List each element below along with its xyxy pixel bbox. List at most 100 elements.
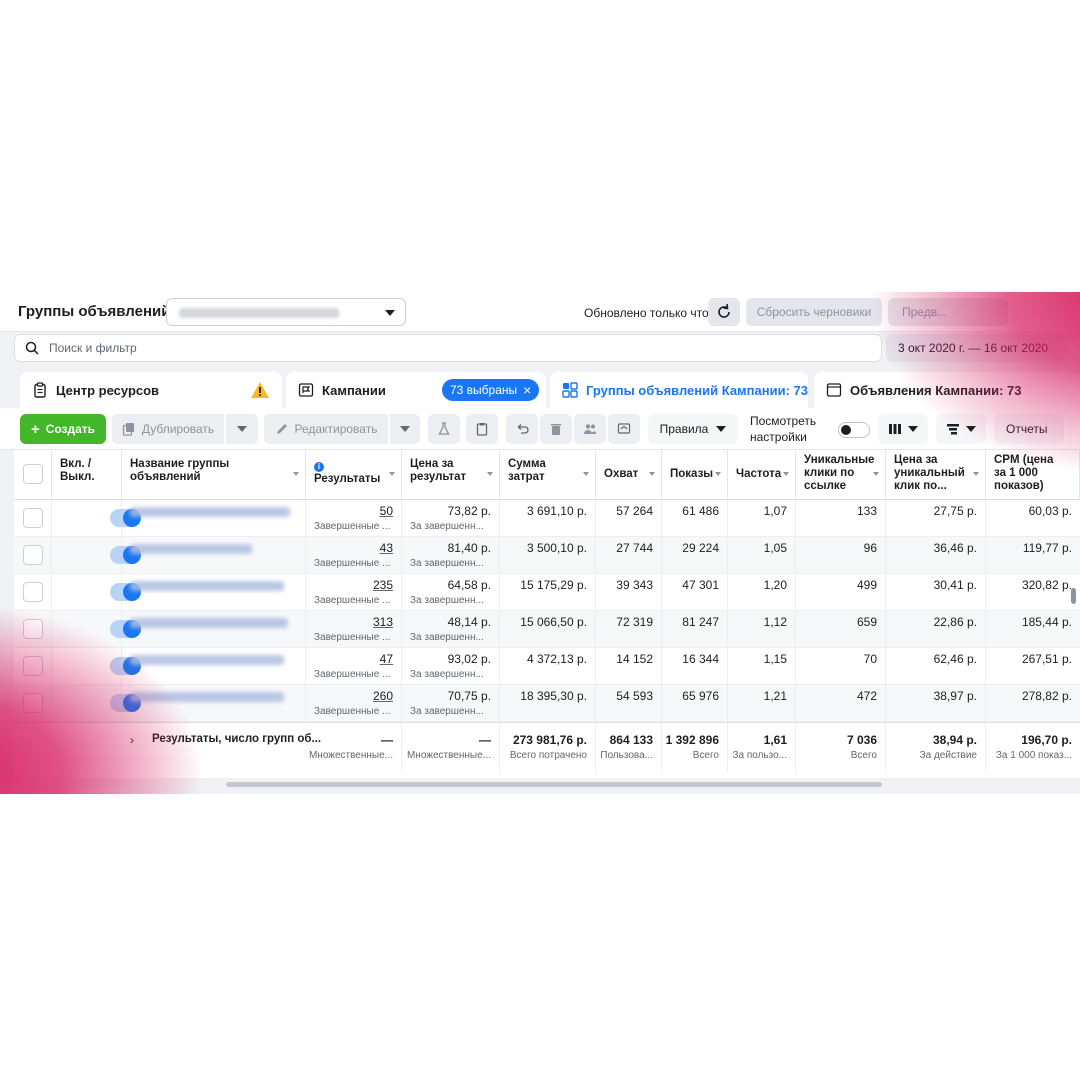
header-name[interactable]: Название группы объявлений: [122, 450, 306, 500]
spend-value: 4 372,13 р.: [526, 652, 587, 666]
header-cost-per-unique-click[interactable]: Цена за уникальный клик по...: [886, 450, 986, 500]
row-checkbox[interactable]: [23, 656, 43, 676]
cpc-value: 22,86 р.: [933, 615, 977, 629]
row-checkbox[interactable]: [23, 508, 43, 528]
header-select-all[interactable]: [14, 450, 52, 500]
ad-set-name-cell[interactable]: [122, 648, 306, 685]
header-cost-per-result[interactable]: Цена за результат: [402, 450, 500, 500]
search-icon: [25, 341, 39, 355]
cell-cpc: 27,75 р.: [886, 500, 986, 537]
row-checkbox[interactable]: [23, 693, 43, 713]
cell-spend: 3 500,10 р.: [500, 537, 596, 574]
delete-button[interactable]: [540, 414, 572, 444]
row-checkbox[interactable]: [23, 545, 43, 565]
results-value[interactable]: 235: [373, 578, 393, 592]
edit-button[interactable]: Редактировать: [264, 414, 388, 444]
edit-dropdown[interactable]: [390, 414, 420, 444]
totals-results: — Множественные...: [306, 723, 402, 773]
chevron-right-icon[interactable]: ›: [130, 733, 134, 747]
tab-ad-sets[interactable]: Группы объявлений Кампании: 73: [550, 372, 808, 408]
search-bar[interactable]: [14, 334, 882, 362]
chevron-down-icon: [908, 426, 918, 432]
cell-results: 235 Завершенные ...: [306, 574, 402, 611]
sort-icon: [715, 472, 721, 476]
audience-button[interactable]: [574, 414, 606, 444]
table-row[interactable]: 43 Завершенные ... 81,40 р. За завершенн...…: [14, 537, 1080, 574]
close-icon[interactable]: ×: [523, 383, 531, 397]
header-frequency[interactable]: Частота: [728, 450, 796, 500]
totals-label: Результаты, число групп об...: [152, 733, 322, 745]
spend-value: 15 175,29 р.: [520, 578, 587, 592]
impr-value: 81 247: [682, 615, 719, 629]
table-row[interactable]: 235 Завершенные ... 64,58 р. За завершенн..…: [14, 574, 1080, 611]
header-reach[interactable]: Охват: [596, 450, 662, 500]
duplicate-button[interactable]: Дублировать: [112, 414, 224, 444]
tab-resource-center[interactable]: Центр ресурсов: [20, 372, 282, 408]
ad-set-name-cell[interactable]: [122, 685, 306, 722]
ad-sets-table: Вкл. / Выкл. Название группы объявлений …: [14, 450, 1080, 778]
cell-reach: 39 343: [596, 574, 662, 611]
results-value[interactable]: 260: [373, 689, 393, 703]
header-cpm[interactable]: CPM (цена за 1 000 показов): [986, 450, 1080, 500]
cpr-subtext: За завершенн...: [410, 669, 484, 680]
ab-test-button[interactable]: [428, 414, 460, 444]
ad-set-name-cell[interactable]: [122, 574, 306, 611]
totals-row: › Результаты, число групп об... — Множес…: [14, 722, 1080, 773]
header-impressions[interactable]: Показы: [662, 450, 728, 500]
on-off-cell: [52, 574, 141, 611]
ad-set-name-cell[interactable]: [122, 611, 306, 648]
select-all-checkbox[interactable]: [23, 464, 43, 484]
ad-set-name-cell[interactable]: [122, 537, 306, 574]
totals-spend: 273 981,76 р. Всего потрачено: [500, 723, 596, 773]
search-input[interactable]: [49, 338, 549, 358]
reports-button[interactable]: Отчеты: [994, 414, 1064, 444]
freq-value: 1,12: [763, 615, 787, 629]
table-row[interactable]: 260 Завершенные ... 70,75 р. За завершенн..…: [14, 685, 1080, 722]
row-checkbox[interactable]: [23, 619, 43, 639]
clipboard-button[interactable]: [466, 414, 498, 444]
sort-icon: [973, 472, 979, 476]
view-settings-label: Посмотреть настройки: [750, 414, 817, 444]
clicks-value: 70: [863, 652, 877, 666]
rules-button[interactable]: Правила: [648, 414, 738, 444]
ad-icon: [826, 383, 842, 397]
table-row[interactable]: 50 Завершенные ... 73,82 р. За завершенн...…: [14, 500, 1080, 537]
breakdown-button[interactable]: [936, 414, 986, 444]
results-value[interactable]: 50: [380, 504, 393, 518]
ad-set-name-cell[interactable]: [122, 500, 306, 537]
reach-value: 57 264: [616, 504, 653, 518]
results-value[interactable]: 313: [373, 615, 393, 629]
header-spend[interactable]: Сумма затрат: [500, 450, 596, 500]
undo-button[interactable]: [506, 414, 538, 444]
cpr-subtext: За завершенн...: [410, 595, 484, 606]
refresh-button[interactable]: [708, 298, 740, 326]
create-button[interactable]: + Создать: [20, 414, 106, 444]
header-on-off[interactable]: Вкл. / Выкл.: [52, 450, 122, 500]
table-row[interactable]: 313 Завершенные ... 48,14 р. За завершенн..…: [14, 611, 1080, 648]
view-settings-toggle[interactable]: [838, 422, 870, 438]
impr-value: 29 224: [682, 541, 719, 555]
tab-campaigns[interactable]: Кампании 73 выбраны ×: [286, 372, 546, 408]
tab-ads[interactable]: Объявления Кампании: 73: [814, 372, 1080, 408]
horizontal-scrollbar[interactable]: [226, 782, 882, 787]
results-value[interactable]: 43: [380, 541, 393, 555]
header-unique-clicks[interactable]: Уникальные клики по ссылке: [796, 450, 886, 500]
reset-drafts-button[interactable]: Сбросить черновики: [746, 298, 882, 326]
ads-manager-window: Группы объявлений Обновлено только что С…: [0, 292, 1080, 794]
preview-button[interactable]: Предв...: [888, 298, 1008, 326]
cell-spend: 15 066,50 р.: [500, 611, 596, 648]
date-range-picker[interactable]: 3 окт 2020 г. — 16 окт 2020: [886, 334, 1066, 362]
results-value[interactable]: 47: [380, 652, 393, 666]
row-checkbox[interactable]: [23, 582, 43, 602]
cpr-value: 93,02 р.: [447, 652, 491, 666]
account-select[interactable]: [166, 298, 406, 326]
vertical-scrollbar[interactable]: [1071, 588, 1076, 604]
table-row[interactable]: 47 Завершенные ... 93,02 р. За завершенн...…: [14, 648, 1080, 685]
ad-set-name-redacted: [130, 692, 284, 702]
selection-chip[interactable]: 73 выбраны ×: [442, 379, 540, 401]
header-results[interactable]: i Результаты: [306, 450, 402, 500]
duplicate-dropdown[interactable]: [226, 414, 258, 444]
totals-frequency: 1,61 За пользо...: [728, 723, 796, 773]
columns-button[interactable]: [878, 414, 928, 444]
preview-ad-button[interactable]: [608, 414, 640, 444]
